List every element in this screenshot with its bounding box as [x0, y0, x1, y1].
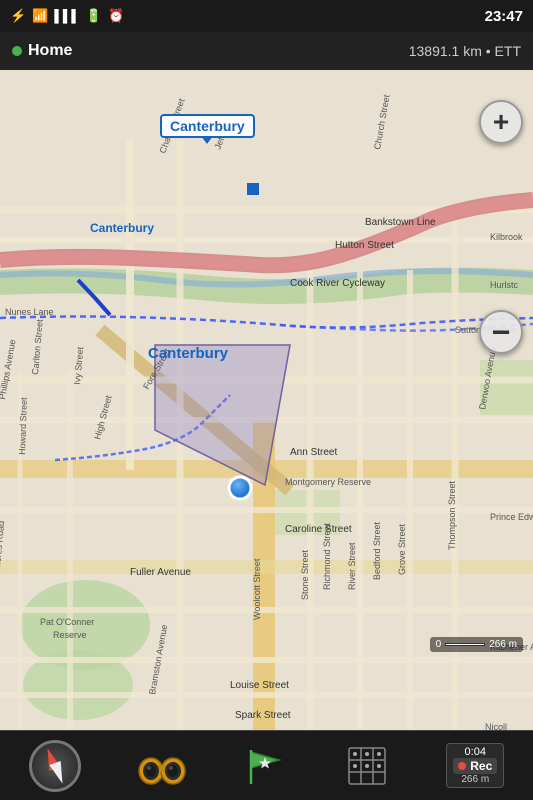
- rec-label: Rec: [470, 759, 492, 773]
- alarm-icon: ⏰: [108, 8, 124, 24]
- svg-text:Prince Edw: Prince Edw: [490, 512, 533, 522]
- flag-icon: [243, 744, 287, 788]
- rec-dot: [458, 762, 466, 770]
- svg-text:Woolcott Street: Woolcott Street: [252, 558, 262, 620]
- home-label: Home: [28, 42, 72, 60]
- svg-text:Reserve: Reserve: [53, 630, 87, 640]
- map-svg: Charles Street Jeff Church Street Philli…: [0, 70, 533, 730]
- rec-container: 0:04 Rec 266 m: [446, 743, 504, 788]
- zoom-out-icon: −: [492, 314, 511, 351]
- map-area[interactable]: Charles Street Jeff Church Street Philli…: [0, 70, 533, 730]
- scale-max: 266 m: [489, 639, 517, 650]
- zoom-out-button[interactable]: −: [479, 310, 523, 354]
- rec-button[interactable]: Rec: [453, 758, 497, 774]
- bottom-toolbar: 0:04 Rec 266 m: [0, 730, 533, 800]
- svg-text:Ann Street: Ann Street: [290, 447, 337, 458]
- grid-icon: [345, 744, 389, 788]
- svg-text:Stone Street: Stone Street: [300, 549, 310, 600]
- svg-text:Nicoll: Nicoll: [485, 722, 507, 730]
- signal-icon: ▌▌▌: [54, 9, 80, 23]
- binoculars-icon: [138, 747, 186, 785]
- recording-panel[interactable]: 0:04 Rec 266 m: [446, 743, 504, 788]
- svg-text:Caroline Street: Caroline Street: [285, 524, 352, 535]
- zoom-in-icon: +: [493, 106, 509, 138]
- home-dot: [12, 46, 22, 56]
- svg-text:Howard Street: Howard Street: [17, 397, 29, 455]
- svg-text:Bedford Street: Bedford Street: [372, 521, 382, 580]
- svg-text:Pat O'Conner: Pat O'Conner: [40, 617, 94, 627]
- rec-distance: 266 m: [461, 774, 489, 785]
- zoom-in-button[interactable]: +: [479, 100, 523, 144]
- compass-needle-south: [49, 760, 68, 785]
- scale-line: [445, 643, 485, 646]
- top-bar: Home 13891.1 km • ETT: [0, 32, 533, 70]
- svg-text:Grove Street: Grove Street: [397, 523, 407, 575]
- svg-text:Montgomery Reserve: Montgomery Reserve: [285, 477, 371, 487]
- status-left-icons: ⚡ 📶 ▌▌▌ 🔋 ⏰: [10, 8, 124, 24]
- svg-text:Richmond Street: Richmond Street: [322, 522, 332, 590]
- status-bar: ⚡ 📶 ▌▌▌ 🔋 ⏰ 23:47: [0, 0, 533, 32]
- svg-text:Fuller Avenue: Fuller Avenue: [130, 567, 191, 578]
- status-time: 23:47: [485, 8, 523, 25]
- compass-widget: [29, 740, 81, 792]
- flag-button[interactable]: [243, 744, 287, 788]
- compass-button[interactable]: [29, 740, 81, 792]
- scale-bar: 0 266 m: [430, 637, 523, 652]
- battery-icon: 🔋: [86, 8, 102, 24]
- svg-text:Canterbury: Canterbury: [90, 221, 154, 235]
- svg-text:Nunes Lane: Nunes Lane: [5, 307, 54, 317]
- grid-button[interactable]: [345, 744, 389, 788]
- rec-time: 0:04: [465, 746, 486, 758]
- wifi-icon: 📶: [32, 8, 48, 24]
- svg-text:Cook River Cycleway: Cook River Cycleway: [290, 278, 385, 289]
- top-bar-info: 13891.1 km • ETT: [409, 43, 521, 59]
- svg-text:Louise Street: Louise Street: [230, 680, 289, 691]
- status-right: 23:47: [485, 8, 523, 25]
- usb-icon: ⚡: [10, 8, 26, 24]
- svg-text:Canterbury: Canterbury: [148, 345, 229, 362]
- binoculars-button[interactable]: [138, 742, 186, 790]
- svg-text:Hurlstc: Hurlstc: [490, 280, 519, 290]
- svg-text:Kilbrook: Kilbrook: [490, 232, 523, 242]
- canterbury-popup: Canterbury: [160, 114, 255, 138]
- compass-outer: [29, 740, 81, 792]
- svg-text:River Street: River Street: [347, 542, 357, 590]
- home-label-container: Home: [12, 42, 72, 60]
- svg-text:Spark Street: Spark Street: [235, 710, 291, 721]
- svg-text:Bankstown Line: Bankstown Line: [365, 217, 436, 228]
- scale-value: 0: [436, 639, 442, 650]
- svg-text:Thompson Street: Thompson Street: [447, 480, 457, 550]
- svg-text:Hutton Street: Hutton Street: [335, 240, 394, 251]
